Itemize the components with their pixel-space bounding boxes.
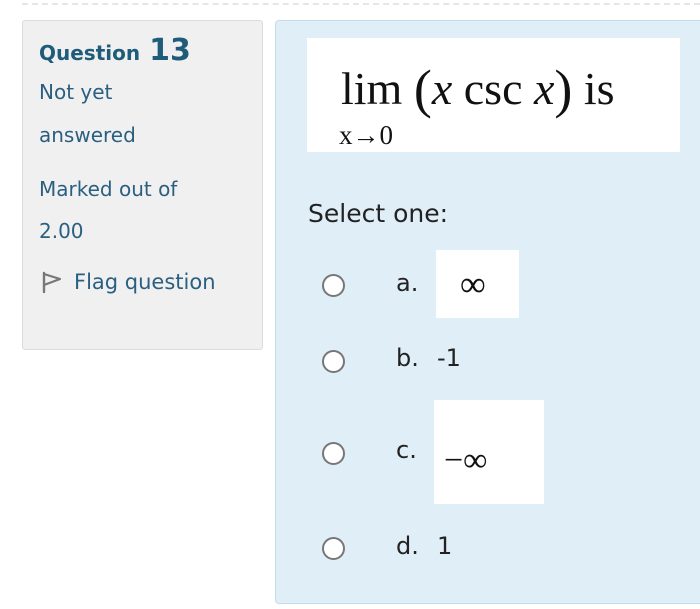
option-c-value: −∞ — [444, 442, 488, 479]
option-b-radio[interactable] — [322, 350, 345, 373]
question-state-line-1: Not yet — [39, 80, 113, 104]
option-a-letter[interactable]: a. — [396, 269, 418, 297]
option-a-math-image: ∞ — [436, 250, 519, 318]
limit-subscript: x→0 — [339, 120, 393, 150]
option-b-value[interactable]: -1 — [437, 344, 461, 372]
question-prefix: Question — [39, 41, 141, 65]
option-a-value: ∞ — [460, 264, 486, 304]
select-one-prompt: Select one: — [308, 199, 449, 228]
question-number-value: 13 — [149, 33, 191, 68]
question-text-image: lim (x csc x) is x→0 — [307, 38, 680, 152]
option-d-radio[interactable] — [322, 537, 345, 560]
grade-value: 2.00 — [39, 219, 84, 243]
flag-question-label: Flag question — [74, 270, 216, 294]
flag-question-link[interactable]: Flag question — [39, 270, 246, 294]
option-c-letter[interactable]: c. — [396, 436, 417, 464]
question-state-line-2: answered — [39, 123, 136, 147]
option-c-radio[interactable] — [322, 442, 345, 465]
option-b-letter[interactable]: b. — [396, 344, 419, 372]
option-d-value[interactable]: 1 — [437, 532, 452, 560]
option-d-letter[interactable]: d. — [396, 532, 419, 560]
question-info-panel: Question 13 Not yet answered Marked out … — [22, 20, 263, 350]
question-grade: Marked out of 2.00 — [39, 168, 246, 252]
question-number: Question 13 — [39, 35, 246, 69]
option-a-radio[interactable] — [322, 274, 345, 297]
grade-label: Marked out of — [39, 177, 178, 201]
flag-icon — [39, 270, 65, 294]
question-state: Not yet answered — [39, 71, 246, 157]
option-c-math-image: −∞ — [434, 400, 544, 504]
question-expression: lim (x csc x) is — [341, 59, 615, 119]
top-divider — [22, 3, 700, 5]
